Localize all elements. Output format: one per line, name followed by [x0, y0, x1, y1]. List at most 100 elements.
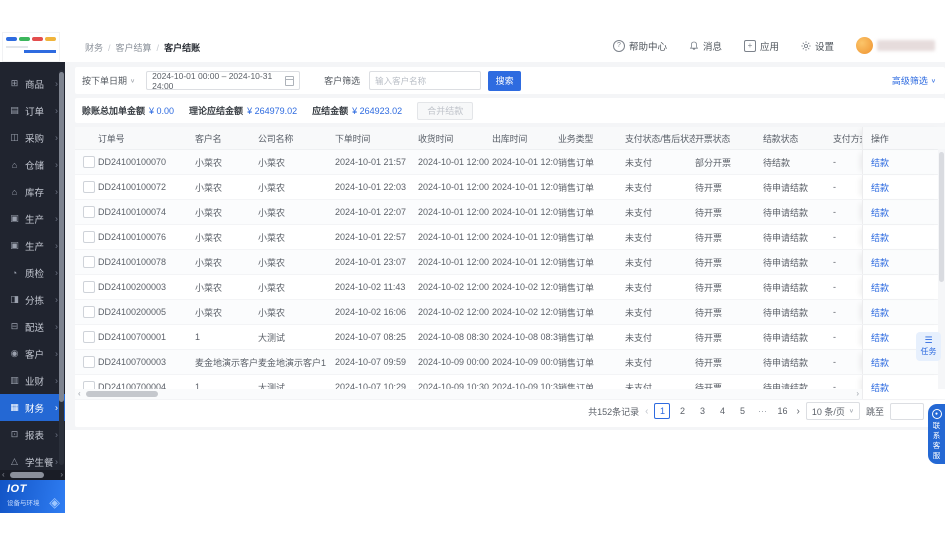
topbar-actions: ? 帮助中心 消息 + 应用 设置: [612, 37, 935, 54]
settle-link[interactable]: 结款: [871, 181, 889, 194]
sidebar-item-order[interactable]: ▤ 订单 ›: [0, 97, 65, 124]
help-icon: ?: [612, 39, 625, 52]
user-account[interactable]: [856, 37, 935, 54]
row-checkbox[interactable]: [83, 156, 95, 168]
table-cell: 待开票: [695, 182, 723, 193]
sidebar-item-purchase[interactable]: ◫ 采购 ›: [0, 124, 65, 151]
search-button[interactable]: 搜索: [488, 70, 522, 91]
row-checkbox[interactable]: [83, 281, 95, 293]
settle-link[interactable]: 结款: [871, 231, 889, 244]
sidebar-item-bizfinance[interactable]: ▥ 业财 ›: [0, 367, 65, 394]
next-page-icon[interactable]: ›: [796, 406, 799, 417]
date-range-input[interactable]: 2024-10-01 00:00 – 2024-10-31 24:00: [146, 71, 301, 91]
page-size-select[interactable]: 10 条/页 ∨: [805, 402, 860, 420]
row-checkbox[interactable]: [83, 356, 95, 368]
merge-settle-button[interactable]: 合并结款: [417, 101, 474, 120]
settle-link[interactable]: 结款: [871, 281, 889, 294]
chevron-right-icon: ›: [55, 132, 58, 143]
sidebar-item-customer[interactable]: ◉ 客户 ›: [0, 340, 65, 367]
sidebar-item-produce1[interactable]: ▣ 生产 ›: [0, 205, 65, 232]
table-cell: 2024-10-01 22:57: [335, 232, 407, 242]
table-cell: 2024-10-02 12:00: [492, 307, 558, 317]
settle-link[interactable]: 结款: [871, 256, 889, 269]
table-cell: 2024-10-08 08:30: [492, 332, 558, 342]
row-checkbox[interactable]: [83, 206, 95, 218]
page-list: 1 2 3 4 5 ··· 16: [654, 403, 790, 419]
advanced-filter-toggle[interactable]: 高级筛选 ∨: [892, 74, 936, 87]
settle-link[interactable]: 结款: [871, 381, 889, 394]
settings-button[interactable]: 设置: [801, 39, 834, 53]
table-cell: -: [833, 182, 836, 192]
date-type-select[interactable]: 按下单日期 ∨: [82, 74, 135, 87]
sidebar-item-goods[interactable]: ⊞ 商品 ›: [0, 70, 65, 97]
breadcrumb-item[interactable]: 客户结算: [116, 41, 152, 54]
page-number[interactable]: 2: [674, 403, 690, 419]
row-checkbox[interactable]: [83, 331, 95, 343]
sidebar-item-produce2[interactable]: ▣ 生产 ›: [0, 232, 65, 259]
table-cell: 2024-10-02 12:00: [418, 282, 490, 292]
row-checkbox[interactable]: [83, 231, 95, 243]
row-checkbox[interactable]: [83, 256, 95, 268]
table-cell: 未支付: [625, 332, 653, 343]
settle-link[interactable]: 结款: [871, 331, 889, 344]
page-number[interactable]: 16: [774, 403, 790, 419]
page-number[interactable]: 4: [714, 403, 730, 419]
breadcrumb-current: 客户结账: [164, 43, 201, 53]
settle-link[interactable]: 结款: [871, 356, 889, 369]
page-number[interactable]: 5: [734, 403, 750, 419]
settle-link[interactable]: 结款: [871, 156, 889, 169]
scroll-right-icon[interactable]: ›: [856, 389, 859, 399]
iot-banner[interactable]: IOT 设备与环境 ◈: [0, 480, 65, 513]
help-center-button[interactable]: ? 帮助中心: [612, 39, 667, 53]
row-checkbox[interactable]: [83, 306, 95, 318]
scroll-left-icon[interactable]: ‹: [78, 389, 81, 399]
page-number[interactable]: 1: [654, 403, 671, 419]
chevron-right-icon: ›: [55, 240, 58, 251]
apps-button[interactable]: + 应用: [743, 39, 779, 53]
table-row: DD24100200003 小菜农 小菜农 2024-10-02 11:43 2024-…: [75, 275, 945, 300]
table-cell: DD24100200005: [98, 307, 167, 317]
sidebar-vertical-scrollbar[interactable]: [59, 70, 64, 465]
jump-page-input[interactable]: [889, 402, 924, 420]
sidebar-item-finance[interactable]: ▦ 财务 ›: [0, 394, 65, 421]
sidebar-item-sorting[interactable]: ◨ 分拣 ›: [0, 286, 65, 313]
table-cell: 2024-10-02 12:00: [492, 282, 558, 292]
sidebar-item-report[interactable]: ⊡ 报表 ›: [0, 421, 65, 448]
table-cell: 未支付: [625, 257, 653, 268]
chevron-right-icon: ›: [55, 78, 58, 89]
table-cell: DD24100100078: [98, 257, 167, 267]
table-cell: 2024-10-01 12:00: [418, 207, 490, 217]
settle-link[interactable]: 结款: [871, 306, 889, 319]
scroll-left-icon[interactable]: ‹: [2, 470, 5, 480]
page-number[interactable]: 3: [694, 403, 710, 419]
sidebar-item-delivery[interactable]: ⊟ 配送 ›: [0, 313, 65, 340]
table-cell: 小菜农: [258, 232, 286, 243]
scroll-right-icon[interactable]: ›: [60, 470, 63, 480]
breadcrumb-item[interactable]: 财务: [85, 41, 103, 54]
theory-amount-label: 理论应结金额: [189, 106, 244, 116]
sidebar-horizontal-scrollbar[interactable]: ‹ ›: [0, 470, 65, 480]
produce1-icon: ▣: [10, 213, 19, 223]
sidebar-item-quality[interactable]: ◔ 质检 ›: [0, 259, 65, 286]
table-cell: 2024-10-01 12:00: [418, 157, 490, 167]
customer-search-input[interactable]: [369, 71, 482, 90]
table-cell: 2024-10-01 21:57: [335, 157, 407, 167]
table-cell: 2024-10-01 12:00: [492, 207, 558, 217]
sidebar-item-stock[interactable]: ⌂ 库存 ›: [0, 178, 65, 205]
row-checkbox[interactable]: [83, 181, 95, 193]
sidebar-item-warehouse[interactable]: ⌂ 仓储 ›: [0, 151, 65, 178]
tasks-widget[interactable]: ☰ 任务: [916, 332, 941, 361]
scrollbar-thumb[interactable]: [86, 391, 158, 397]
main-content: 按下单日期 ∨ 2024-10-01 00:00 – 2024-10-31 24…: [65, 62, 945, 430]
column-header: 业务类型: [558, 133, 594, 144]
prev-page-icon[interactable]: ‹: [645, 406, 648, 417]
bizfinance-icon: ▥: [10, 375, 19, 385]
table-horizontal-scrollbar[interactable]: ‹ ›: [75, 389, 862, 399]
table-cell: 销售订单: [558, 257, 595, 268]
table-cell: 待申请结款: [763, 332, 809, 343]
scrollbar-thumb[interactable]: [10, 472, 44, 478]
messages-button[interactable]: 消息: [689, 39, 722, 53]
jump-label: 跳至: [865, 406, 884, 417]
settle-link[interactable]: 结款: [871, 206, 889, 219]
contact-service-tab[interactable]: ● 联系客服: [928, 404, 945, 464]
